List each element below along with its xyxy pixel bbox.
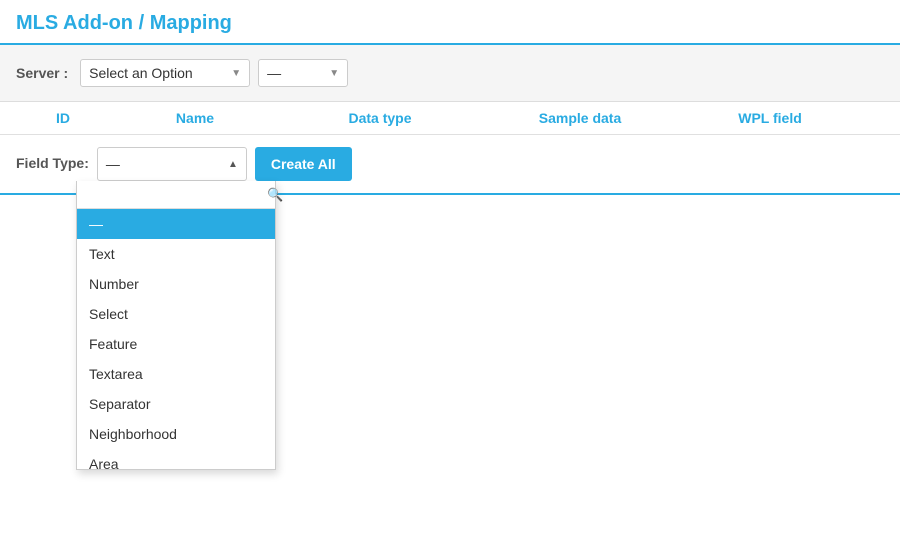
search-icon: 🔍 [267,187,283,203]
breadcrumb-part1: MLS Add-on [16,12,133,34]
field-type-label: Field Type: [16,147,89,171]
dropdown-search-row: 🔍 [77,181,275,209]
server-select2-arrow-icon: ▼ [329,68,339,79]
col-header-sample: Sample data [480,110,680,126]
column-headers: ID Name Data type Sample data WPL field [0,102,900,135]
server-select-option[interactable]: Select an Option ▼ [80,59,250,87]
dropdown-item[interactable]: Feature [77,329,275,359]
dropdown-list: —TextNumberSelectFeatureTextareaSeparato… [77,209,275,469]
dropdown-item[interactable]: Text [77,239,275,269]
dropdown-item[interactable]: Area [77,449,275,469]
dropdown-item[interactable]: Select [77,299,275,329]
breadcrumb-part2: Mapping [150,12,232,34]
col-header-id: ID [0,110,110,126]
field-type-value: — [106,156,120,172]
dropdown-item[interactable]: Neighborhood [77,419,275,449]
dropdown-item[interactable]: Textarea [77,359,275,389]
field-type-dropdown: 🔍 —TextNumberSelectFeatureTextareaSepara… [76,181,276,470]
col-header-name: Name [110,110,280,126]
page-header: MLS Add-on / Mapping [0,0,900,45]
col-header-wpl: WPL field [680,110,860,126]
dropdown-item[interactable]: — [77,209,275,239]
breadcrumb-separator: / [133,12,150,34]
server-select2-value: — [267,65,281,81]
server-label: Server : [16,65,68,81]
dropdown-item[interactable]: Number [77,269,275,299]
dropdown-item[interactable]: Separator [77,389,275,419]
field-type-arrow-icon: ▲ [228,159,238,170]
server-select-secondary[interactable]: — ▼ [258,59,348,87]
col-header-datatype: Data type [280,110,480,126]
create-all-button[interactable]: Create All [255,147,352,181]
field-type-row: Field Type: — ▲ Create All 🔍 —TextNumber… [0,135,900,193]
page-title: MLS Add-on / Mapping [16,12,232,34]
dropdown-search-input[interactable] [83,185,267,204]
server-row: Server : Select an Option ▼ — ▼ [0,45,900,102]
server-select-arrow-icon: ▼ [231,68,241,79]
server-select-value: Select an Option [89,65,193,81]
field-type-select[interactable]: — ▲ [97,147,247,181]
